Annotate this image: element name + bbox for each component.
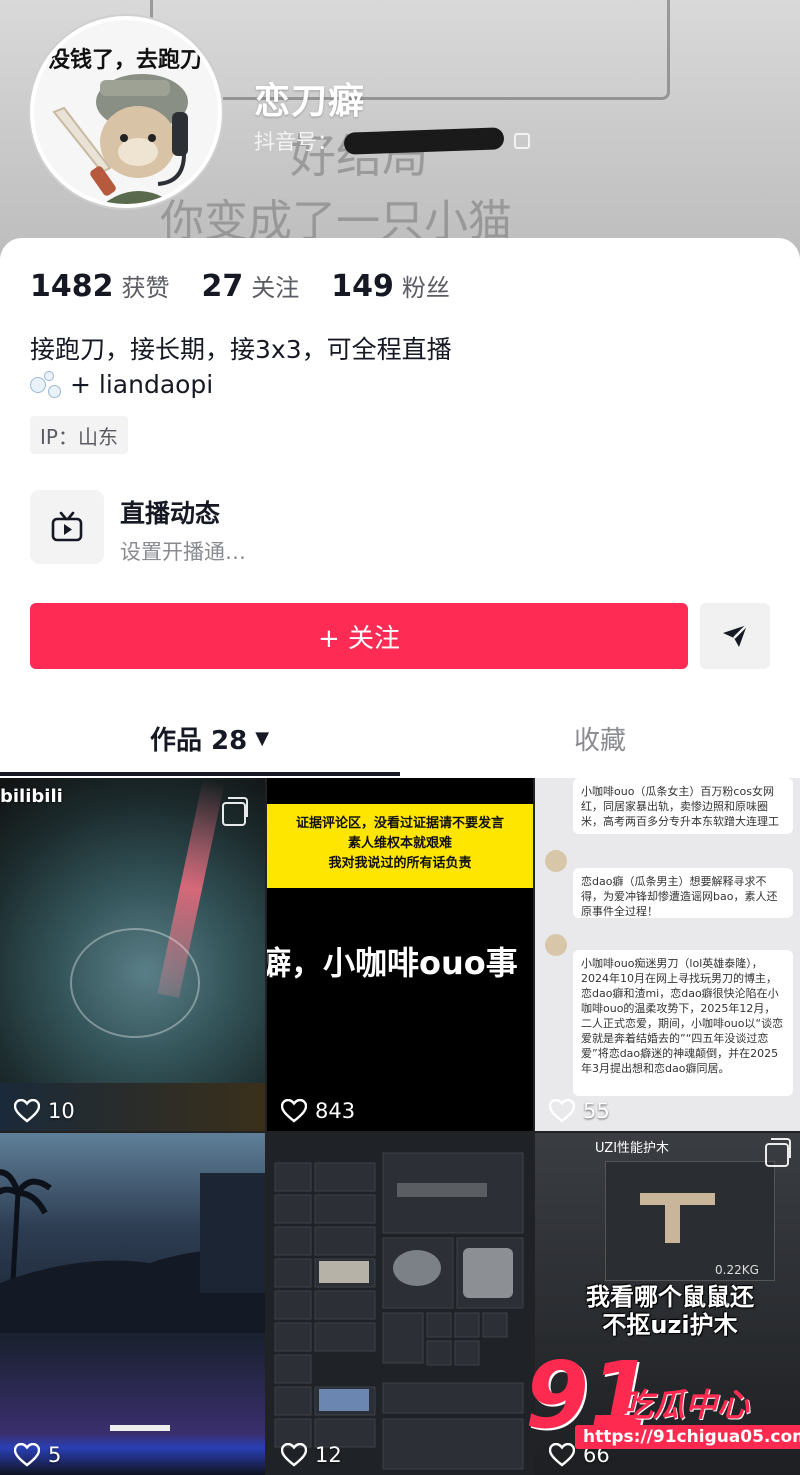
heart-icon	[549, 1099, 575, 1123]
bilibili-logo: bilibili	[0, 786, 63, 807]
stat-followers-count: 149	[331, 269, 394, 304]
stat-following[interactable]: 27 关注	[202, 268, 300, 304]
share-button[interactable]	[700, 603, 770, 669]
chat-avatar	[545, 934, 567, 956]
heart-icon	[281, 1443, 307, 1467]
stat-following-count: 27	[201, 269, 244, 304]
video-title-overlay: 癖，小咖啡ouo事	[267, 944, 518, 982]
active-tab-indicator	[0, 772, 400, 776]
banner-sketch	[150, 0, 670, 100]
video-likes: 843	[281, 1099, 355, 1123]
bio-line-1: 接跑刀，接长期，接3x3，可全程直播	[30, 335, 452, 364]
douyin-id-label: 抖音号：	[254, 130, 338, 154]
notice-line: 证据评论区，没看过证据请不要发言	[295, 816, 504, 831]
video-likes: 55	[549, 1099, 610, 1123]
send-icon	[723, 624, 748, 647]
stat-followers-label: 粉丝	[401, 274, 450, 302]
caret-down-icon: ▼	[255, 728, 270, 749]
bio-contact: + liandaopi	[70, 370, 214, 399]
nickname: 恋刀癖	[254, 81, 366, 122]
video-thumbnail[interactable]: 小咖啡ouo（瓜条女主）百万粉cos女网红，同居家暴出轨，卖惨边照和原味圈米，高…	[535, 778, 800, 1131]
likes-count: 5	[48, 1443, 62, 1467]
hud-bar	[110, 1425, 170, 1431]
chat-bubble: 恋dao癖（瓜条男主）想要解释寻求不得，为爱冲锋却惨遭造谣网bao，素人还原事件…	[573, 868, 793, 918]
avatar-caption: 没钱了，去跑刀	[48, 48, 203, 73]
copy-icon[interactable]	[514, 133, 530, 149]
tab-favorites[interactable]: 收藏	[574, 720, 626, 757]
avatar[interactable]: 没钱了，去跑刀	[30, 16, 222, 208]
ip-location-tag: IP：山东	[30, 416, 128, 454]
video-thumbnail[interactable]: bilibili 10	[0, 778, 265, 1131]
likes-count: 10	[48, 1099, 75, 1123]
game-effect	[70, 928, 200, 1038]
inventory-grid	[267, 1133, 533, 1475]
tv-icon	[51, 511, 83, 542]
likes-count: 843	[315, 1099, 356, 1123]
heart-icon	[281, 1099, 307, 1123]
item-header: UZI性能护木	[595, 1141, 670, 1156]
caption-line: 我看哪个鼠鼠还	[586, 1283, 754, 1311]
stat-following-label: 关注	[251, 274, 300, 302]
stat-likes[interactable]: 1482 获赞	[30, 268, 170, 304]
multi-image-icon	[222, 797, 248, 826]
live-dynamics-title[interactable]: 直播动态	[120, 494, 220, 530]
site-watermark: 91 吃瓜中心 https://91chigua05.com	[525, 1350, 800, 1475]
multi-image-icon	[765, 1138, 791, 1167]
stat-followers[interactable]: 149 粉丝	[331, 268, 450, 304]
likes-count: 55	[583, 1099, 610, 1123]
watermark-url: https://91chigua05.com	[575, 1425, 800, 1449]
video-thumbnail[interactable]: 5	[0, 1133, 265, 1475]
bio-line-2: + liandaopi	[30, 370, 213, 399]
chat-bubble: 小咖啡ouo（瓜条女主）百万粉cos女网红，同居家暴出轨，卖惨边照和原味圈米，高…	[573, 778, 793, 834]
douyin-id-row[interactable]: 抖音号：	[254, 126, 530, 156]
likes-count: 12	[315, 1443, 342, 1467]
video-thumbnail[interactable]: 证据评论区，没看过证据请不要发言 素人维权本就艰难 我对我说过的所有话负责 癖，…	[267, 778, 533, 1131]
notice-banner: 证据评论区，没看过证据请不要发言 素人维权本就艰难 我对我说过的所有话负责	[267, 804, 533, 888]
chat-bubble: 小咖啡ouo痴迷男刀（lol英雄泰隆），2024年10月在网上寻找玩男刀的博主，…	[573, 950, 793, 1096]
video-likes: 5	[14, 1443, 61, 1467]
stat-likes-count: 1482	[30, 269, 114, 304]
notice-line: 我对我说过的所有话负责	[328, 856, 472, 871]
watermark-text: 吃瓜中心	[621, 1386, 750, 1424]
stat-likes-label: 获赞	[121, 274, 170, 302]
live-dynamics-subtitle: 设置开播通…	[120, 540, 246, 564]
video-likes: 12	[281, 1443, 342, 1467]
profile-card: 1482 获赞 27 关注 149 粉丝 接跑刀，接长期，接3x3，可全程直播 …	[0, 238, 800, 778]
tab-works[interactable]: 作品 28 ▼	[150, 720, 269, 757]
video-thumbnail[interactable]: 12	[267, 1133, 533, 1475]
stats-row: 1482 获赞 27 关注 149 粉丝	[30, 268, 450, 304]
douyin-id-redacted	[343, 127, 505, 155]
heart-icon	[14, 1443, 40, 1467]
bubbles-icon	[30, 370, 64, 399]
caption-line: 不抠uzi护木	[602, 1311, 738, 1339]
handguard-image	[640, 1193, 715, 1243]
tab-works-label: 作品 28	[150, 726, 248, 756]
live-dynamics-entry[interactable]	[30, 490, 104, 564]
profile-screen: 好结局 你变成了一只小猫 没钱了，去跑刀 恋刀癖 抖音号： 1482 获赞 27…	[0, 0, 800, 1475]
item-weight: 0.22KG	[715, 1263, 759, 1277]
notice-line: 素人维权本就艰难	[347, 836, 452, 851]
heart-icon	[14, 1099, 40, 1123]
video-likes: 10	[14, 1099, 75, 1123]
follow-button[interactable]: + 关注	[30, 603, 688, 669]
palm-trees	[0, 1169, 265, 1333]
chat-avatar	[545, 850, 567, 872]
video-caption: 我看哪个鼠鼠还 不抠uzi护木	[575, 1283, 765, 1339]
